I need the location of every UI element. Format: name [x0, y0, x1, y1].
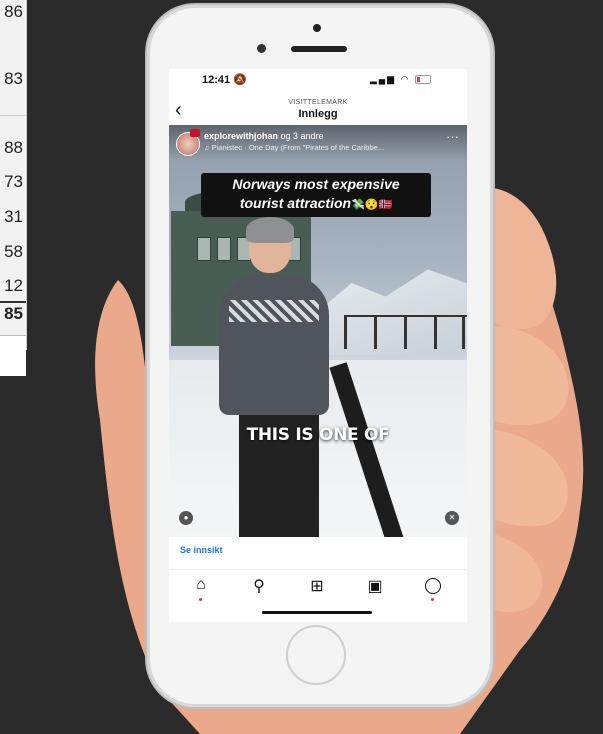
- insights-link[interactable]: Se innsikt: [180, 545, 223, 555]
- caption-line-1: Norways most expensive: [232, 176, 400, 192]
- status-icons: ▂▄▆ ◠: [370, 74, 431, 85]
- top-navigation: ‹ VISITTELEMARK Innlegg: [169, 97, 467, 125]
- home-button[interactable]: [286, 625, 346, 685]
- battery-icon: [415, 75, 431, 85]
- bell-slash-icon: 🔕: [233, 74, 247, 86]
- profile-icon[interactable]: [421, 576, 445, 601]
- post-header: explorewithjohan og 3 andre ♫ Pianistec …: [169, 125, 467, 161]
- notification-dot: [431, 598, 434, 601]
- earpiece-speaker: [291, 46, 347, 52]
- home-indicator: [262, 611, 372, 614]
- music-note-icon: ♫: [204, 143, 212, 152]
- person-tag-icon[interactable]: ●: [179, 511, 193, 525]
- norway-flag-icon: [190, 129, 200, 137]
- caption-line-2: tourist attraction💸😯🇳🇴: [239, 195, 393, 211]
- status-bar: 12:41 🔕 ▂▄▆ ◠: [169, 69, 467, 89]
- front-camera: [257, 44, 266, 53]
- post-author[interactable]: explorewithjohan og 3 andre: [204, 131, 324, 141]
- account-name: VISITTELEMARK: [288, 99, 348, 106]
- wifi-icon: ◠: [400, 74, 411, 84]
- home-icon[interactable]: ⌂: [189, 576, 213, 601]
- more-options-icon[interactable]: ···: [446, 129, 459, 144]
- reel-post[interactable]: explorewithjohan og 3 andre ♫ Pianistec …: [169, 125, 467, 537]
- fence: [344, 315, 467, 357]
- notification-dot: [199, 598, 202, 601]
- caption-emojis: 💸😯🇳🇴: [351, 199, 393, 211]
- create-icon[interactable]: ⊞: [305, 576, 329, 598]
- bottom-tab-bar: ⌂ ⚲ ⊞ ▣: [169, 569, 467, 604]
- reels-icon[interactable]: ▣: [363, 576, 387, 598]
- mute-icon[interactable]: ✕: [445, 511, 459, 525]
- status-time: 12:41 🔕: [202, 74, 247, 86]
- music-track[interactable]: ♫ Pianistec · One Day (From "Pirates of …: [204, 143, 384, 152]
- signal-icon: ▂▄▆: [369, 74, 397, 84]
- phone-screen: 12:41 🔕 ▂▄▆ ◠ ‹ VISITTELEMARK Innlegg ex…: [169, 69, 467, 622]
- search-icon[interactable]: ⚲: [247, 576, 271, 598]
- video-subtitle: THIS IS ONE OF: [246, 425, 390, 445]
- proximity-sensor: [313, 24, 321, 32]
- person-sweater: [219, 275, 329, 415]
- page-title: Innlegg: [298, 108, 338, 120]
